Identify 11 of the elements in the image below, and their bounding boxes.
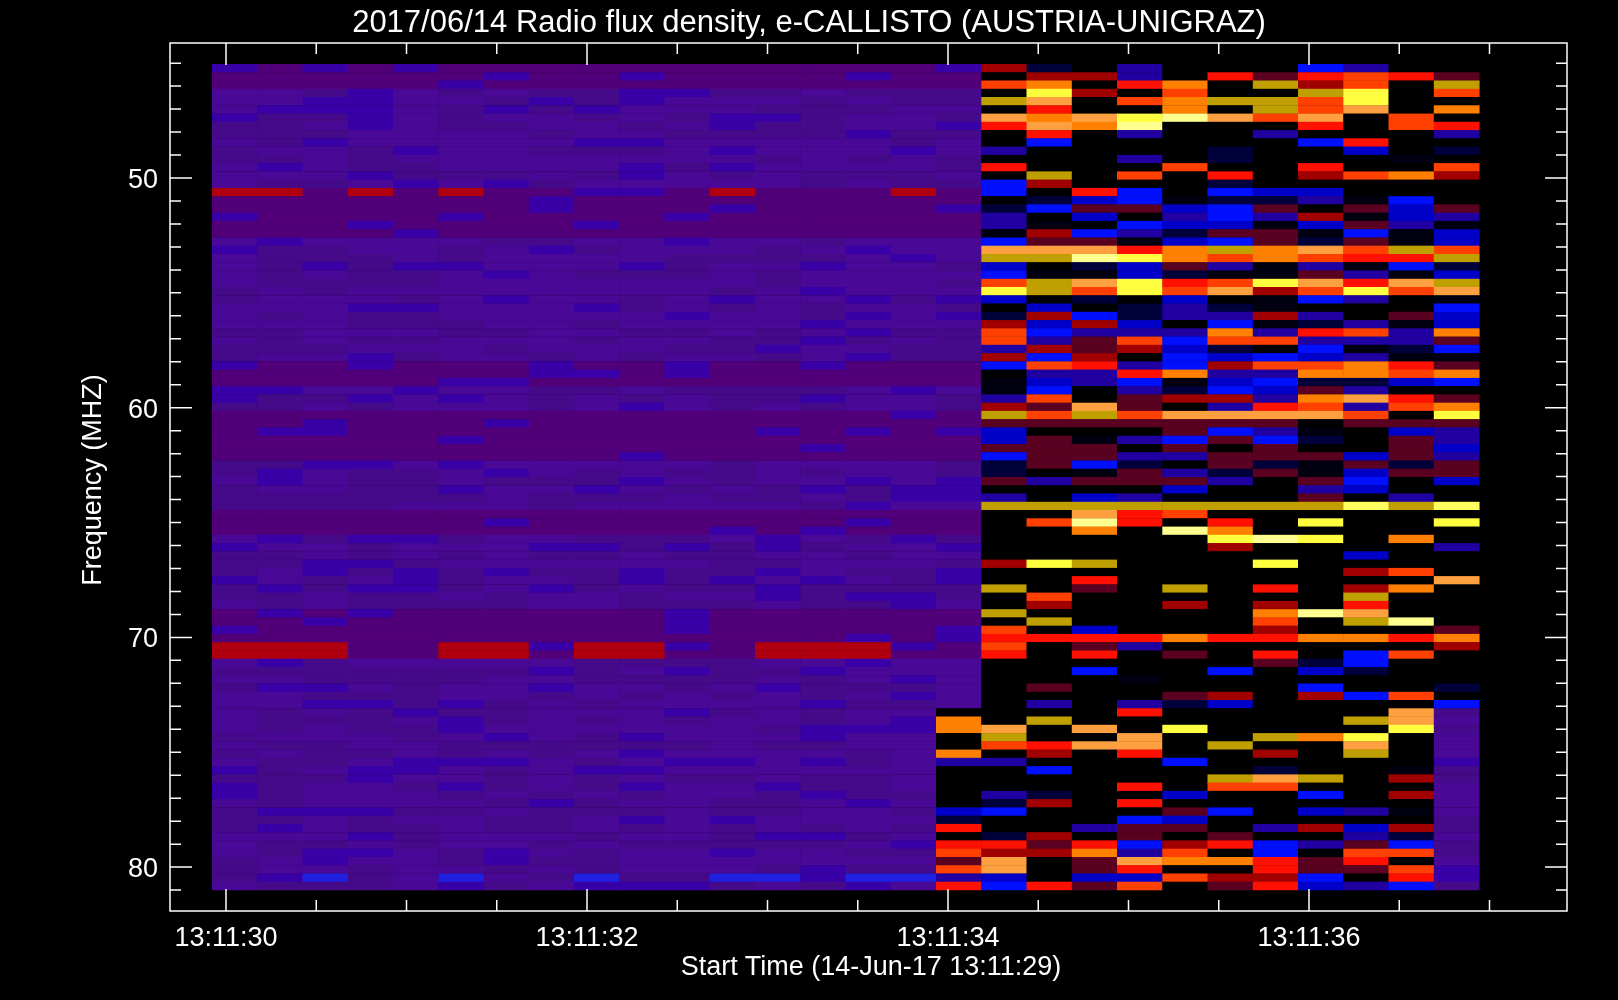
y-axis-title: Frequency (MHZ): [77, 374, 107, 586]
x-tick-label: 13:11:30: [174, 922, 278, 952]
x-tick-label: 13:11:36: [1257, 922, 1361, 952]
y-tick-label: 80: [127, 853, 158, 884]
x-tick-label: 13:11:32: [535, 922, 639, 952]
chart-title: 2017/06/14 Radio flux density, e-CALLISTO (AUSTRIA-UNIGRAZ): [352, 4, 1266, 39]
y-tick-label: 50: [127, 164, 158, 194]
y-tick-label: 60: [127, 393, 158, 424]
x-tick-label: 13:11:34: [896, 922, 1000, 952]
x-axis-title: Start Time (14-Jun-17 13:11:29): [680, 951, 1062, 981]
y-tick-label: 70: [127, 623, 158, 654]
